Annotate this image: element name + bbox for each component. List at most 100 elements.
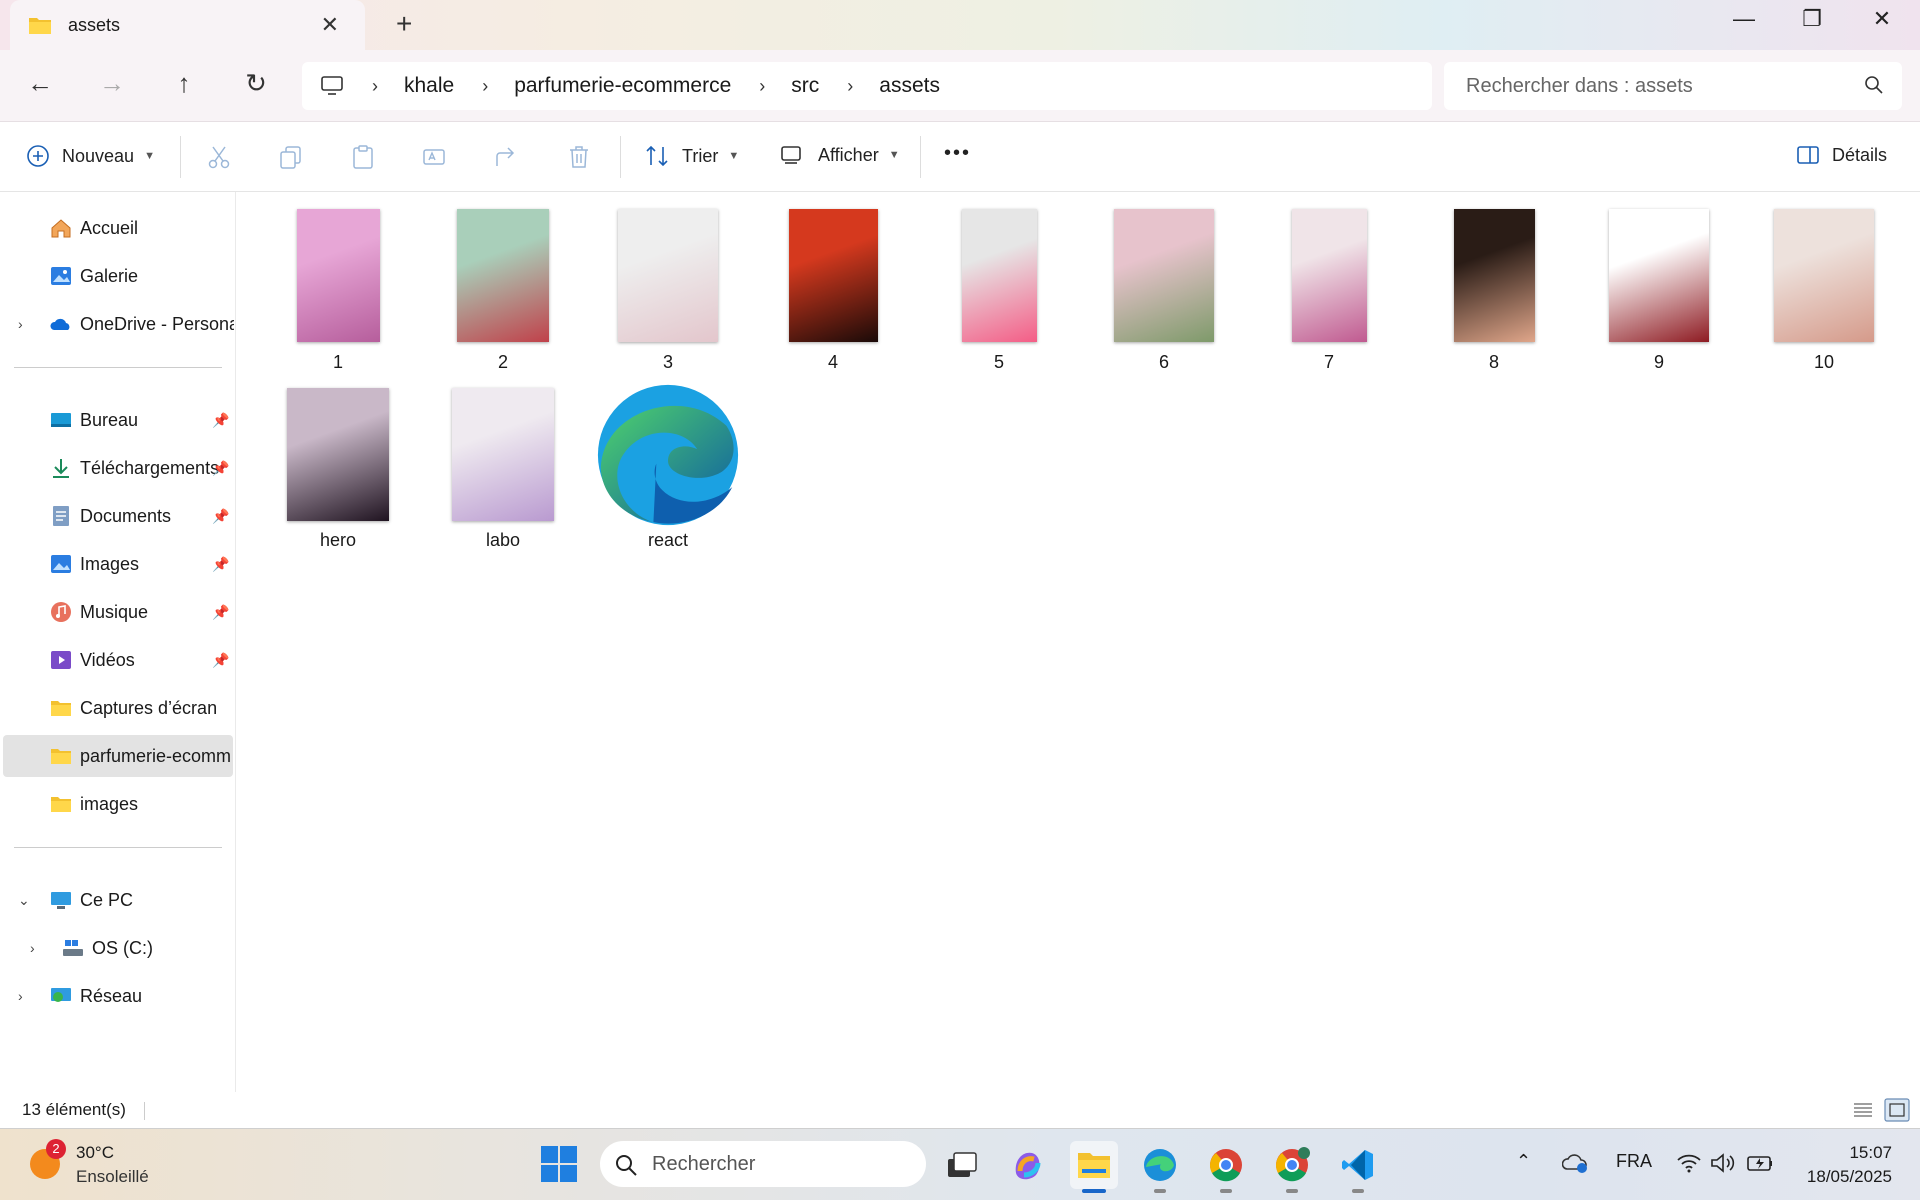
file-explorer-button[interactable] <box>1070 1141 1118 1193</box>
breadcrumb-khale[interactable]: khale <box>404 74 454 98</box>
list-view-icon[interactable] <box>1852 1100 1874 1120</box>
sidebar-item-bureau[interactable]: Bureau 📌 <box>0 399 236 441</box>
back-arrow-icon[interactable]: ← <box>20 68 60 99</box>
file-name: 9 <box>1653 352 1664 372</box>
breadcrumb-parfumerie-ecommerce[interactable]: parfumerie-ecommerce <box>514 74 731 98</box>
file-item[interactable]: labo <box>428 192 578 552</box>
up-arrow-icon[interactable]: ↑ <box>164 68 204 99</box>
volume-icon[interactable] <box>1710 1151 1736 1175</box>
sidebar-item-images-folder[interactable]: images <box>0 783 236 825</box>
file-item[interactable]: 8 <box>1419 192 1569 552</box>
edge-icon <box>1144 1149 1176 1181</box>
sidebar-label: Musique <box>80 601 149 622</box>
sidebar-item-reseau[interactable]: › Réseau <box>0 975 236 1017</box>
breadcrumb-assets[interactable]: assets <box>879 74 940 98</box>
windows-start-icon[interactable] <box>540 1145 578 1183</box>
file-item[interactable]: hero <box>263 192 413 552</box>
copilot-button[interactable] <box>1004 1141 1052 1189</box>
sidebar-item-galerie[interactable]: Galerie <box>0 255 236 297</box>
weather-description[interactable]: Ensoleillé <box>76 1167 149 1187</box>
sidebar-label: Réseau <box>80 985 143 1006</box>
chevron-right-icon[interactable]: › <box>18 316 23 332</box>
file-item[interactable]: 9 <box>1584 192 1734 552</box>
pin-icon: 📌 <box>212 555 230 572</box>
sort-label: Trier <box>682 145 719 166</box>
documents-icon <box>53 506 69 526</box>
sidebar-item-images[interactable]: Images 📌 <box>0 543 236 585</box>
minimize-button[interactable]: — <box>1724 6 1764 32</box>
chevron-right-icon[interactable]: › <box>30 940 35 956</box>
file-name: 8 <box>1488 352 1499 372</box>
tab-title: assets <box>68 14 121 35</box>
sidebar-item-musique[interactable]: Musique 📌 <box>0 591 236 633</box>
chrome-profile-1-button[interactable] <box>1202 1141 1250 1193</box>
image-thumbnail <box>788 209 878 342</box>
chevron-down-icon[interactable]: ⌄ <box>18 892 30 909</box>
breadcrumb-separator: › <box>482 75 489 96</box>
sidebar-item-documents[interactable]: Documents 📌 <box>0 495 236 537</box>
file-item[interactable]: 4 <box>758 192 908 552</box>
new-tab-button[interactable]: + <box>396 8 412 40</box>
running-indicator <box>1154 1189 1166 1193</box>
task-view-button[interactable] <box>938 1141 986 1189</box>
status-bar: 13 élément(s) <box>0 1092 1920 1128</box>
address-bar[interactable]: › khale › parfumerie-ecommerce › src › a… <box>302 62 1432 110</box>
tab-assets[interactable]: assets ✕ <box>10 0 365 50</box>
thumbnail-view-icon[interactable] <box>1884 1098 1910 1122</box>
share-icon[interactable] <box>494 144 520 170</box>
language-indicator[interactable]: FRA <box>1616 1151 1652 1172</box>
battery-icon[interactable] <box>1746 1151 1774 1175</box>
vscode-button[interactable] <box>1334 1141 1382 1193</box>
sort-button[interactable]: Trier ▼ <box>644 144 739 168</box>
rename-icon[interactable] <box>422 144 448 170</box>
tab-close-icon[interactable]: ✕ <box>321 12 339 38</box>
system-clock[interactable]: 15:07 18/05/2025 <box>1807 1141 1892 1189</box>
sidebar-item-captures[interactable]: Captures d’écran <box>0 687 236 729</box>
cut-icon[interactable] <box>206 144 232 170</box>
running-indicator <box>1352 1189 1364 1193</box>
folder-icon <box>51 749 71 764</box>
clock-date: 18/05/2025 <box>1806 1167 1892 1186</box>
sidebar-item-accueil[interactable]: Accueil <box>0 207 236 249</box>
sidebar-item-videos[interactable]: Vidéos 📌 <box>0 639 236 681</box>
paste-icon[interactable] <box>350 144 376 170</box>
file-item[interactable]: 5 <box>924 192 1074 552</box>
onedrive-status-icon[interactable] <box>1562 1151 1590 1175</box>
chevron-right-icon[interactable]: › <box>18 988 23 1004</box>
show-hidden-icons-chevron-icon[interactable]: ⌃ <box>1516 1151 1531 1172</box>
search-input[interactable]: Rechercher dans : assets <box>1444 62 1902 110</box>
maximize-button[interactable]: ❐ <box>1792 6 1832 32</box>
search-placeholder: Rechercher dans : assets <box>1466 74 1693 97</box>
delete-icon[interactable] <box>566 144 592 170</box>
more-options-button[interactable]: ••• <box>944 142 971 165</box>
breadcrumb-separator: › <box>847 75 854 96</box>
breadcrumb-src[interactable]: src <box>791 74 819 98</box>
copilot-icon <box>1015 1152 1041 1180</box>
copy-icon[interactable] <box>278 144 304 170</box>
new-button[interactable]: Nouveau ▼ <box>26 144 155 168</box>
sidebar-label: Vidéos <box>80 649 135 670</box>
sidebar-item-telechargements[interactable]: Téléchargements 📌 <box>0 447 236 489</box>
forward-arrow-icon[interactable]: → <box>92 68 132 99</box>
file-item[interactable]: 10 <box>1749 192 1899 552</box>
weather-temperature[interactable]: 30°C <box>76 1143 114 1163</box>
view-button[interactable]: Afficher ▼ <box>780 144 900 166</box>
refresh-icon[interactable]: ↻ <box>236 68 276 99</box>
wifi-icon[interactable] <box>1676 1151 1702 1175</box>
search-icon <box>616 1155 637 1176</box>
sidebar-item-ce-pc[interactable]: ⌄ Ce PC <box>0 879 236 921</box>
close-window-button[interactable]: ✕ <box>1862 6 1902 32</box>
taskbar-search-input[interactable]: Rechercher <box>600 1141 926 1187</box>
file-item[interactable]: 6 <box>1089 192 1239 552</box>
file-explorer-icon <box>1078 1153 1110 1178</box>
sidebar-item-os-c[interactable]: › OS (C:) <box>0 927 236 969</box>
pin-icon: 📌 <box>212 411 230 428</box>
sidebar-item-parfumerie[interactable]: parfumerie-ecomm <box>3 735 233 777</box>
file-item[interactable]: 7 <box>1254 192 1404 552</box>
file-item[interactable]: react <box>593 192 743 552</box>
details-button[interactable]: Détails <box>1796 144 1887 166</box>
sidebar-item-onedrive[interactable]: › OneDrive - Persona <box>0 303 236 345</box>
chrome-profile-2-button[interactable] <box>1268 1141 1316 1193</box>
file-view: 1 2 3 4 5 6 7 8 9 10 hero labo react <box>237 192 1920 1092</box>
edge-button[interactable] <box>1136 1141 1184 1193</box>
